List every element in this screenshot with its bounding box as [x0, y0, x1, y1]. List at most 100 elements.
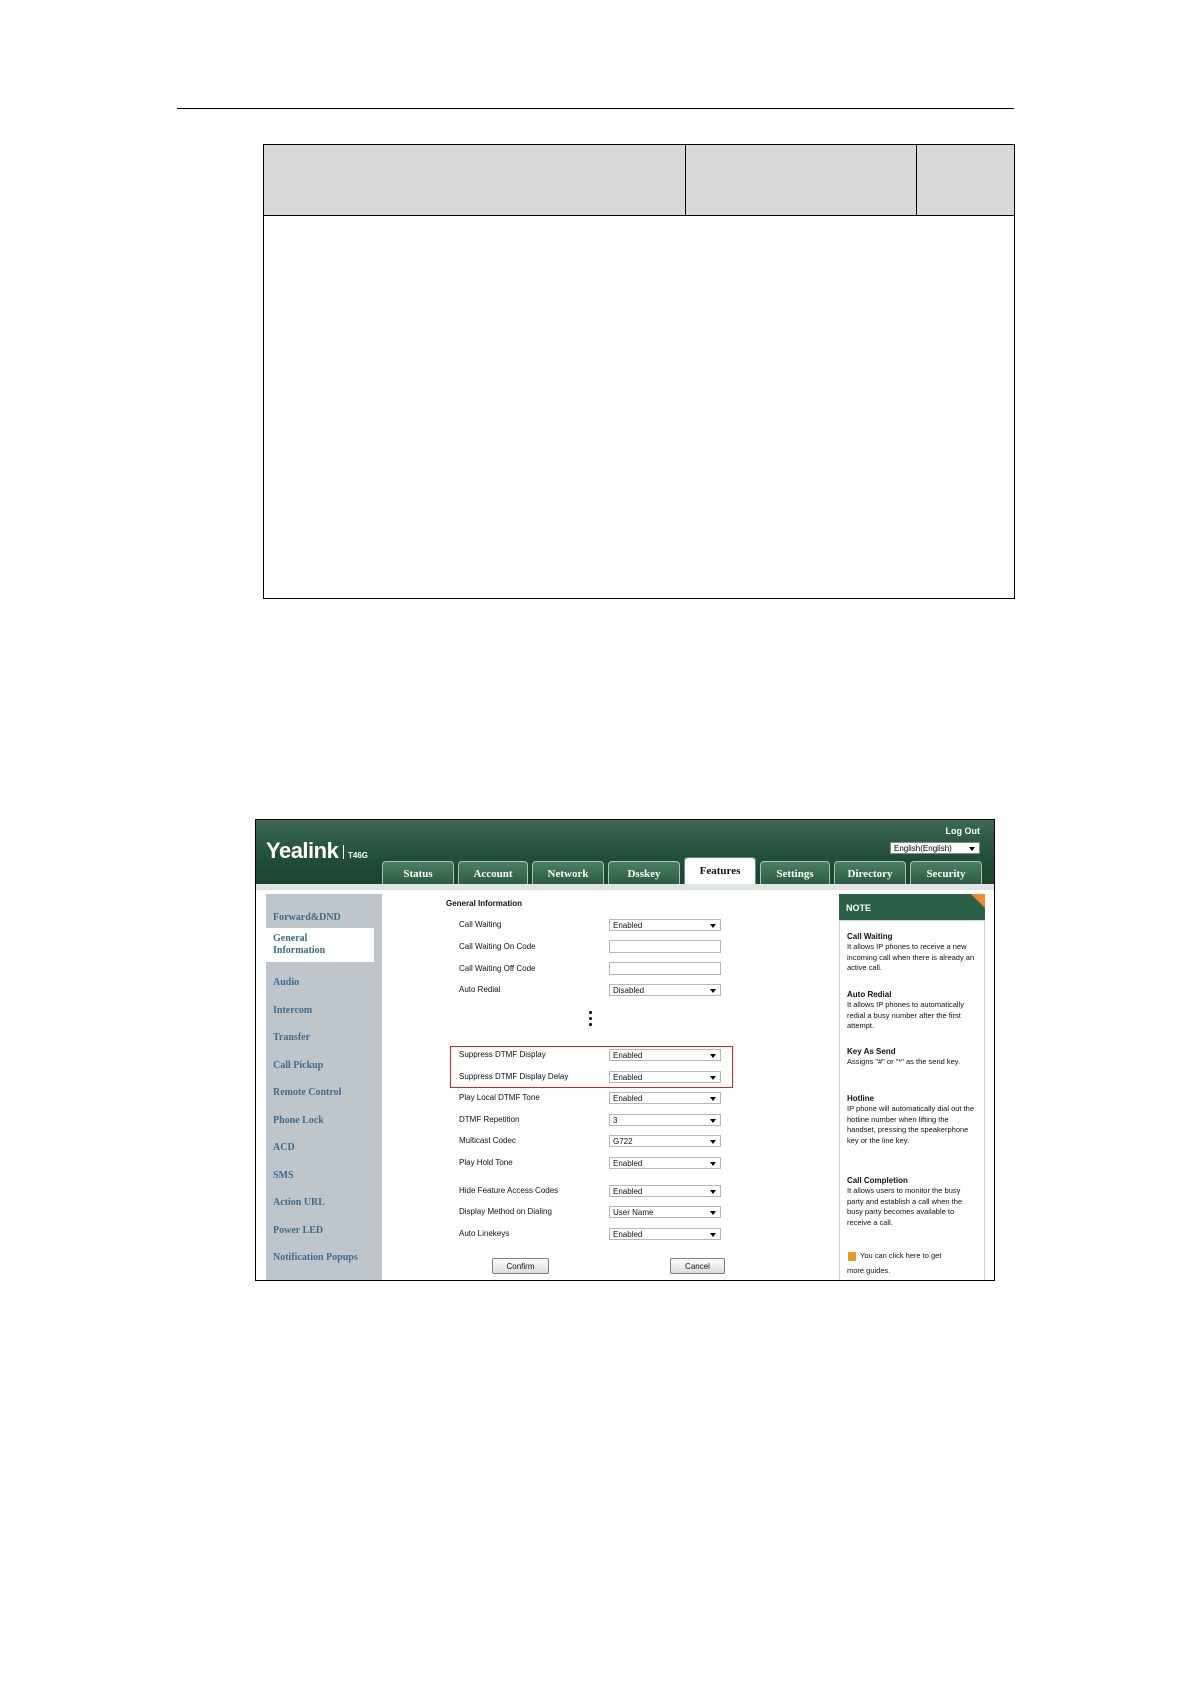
note-title: Call Waiting: [847, 932, 893, 941]
section-title: General Information: [446, 899, 523, 908]
select-value: G722: [613, 1137, 633, 1146]
confirm-button[interactable]: Confirm: [492, 1258, 549, 1274]
hide-feature-access-codes-select[interactable]: Enabled: [609, 1185, 721, 1197]
auto-linekeys-select[interactable]: Enabled: [609, 1228, 721, 1240]
sidebar-item-power-led[interactable]: Power LED: [273, 1225, 323, 1236]
sidebar-item-transfer[interactable]: Transfer: [273, 1032, 310, 1043]
select-value: Enabled: [613, 1051, 643, 1060]
sidebar-item-action-url[interactable]: Action URL: [273, 1197, 325, 1208]
sidebar-item-label: Information: [273, 945, 326, 956]
note-header: NOTE: [839, 894, 985, 920]
note-title: Call Completion: [847, 1176, 908, 1185]
chevron-down-icon: [710, 1140, 716, 1144]
chevron-down-icon: [710, 989, 716, 993]
note-title: Auto Redial: [847, 990, 892, 999]
yealink-logo: Yealink: [266, 838, 339, 863]
select-value: Enabled: [613, 1230, 643, 1239]
top-banner: Yealink T46G Log Out English(English) St…: [256, 820, 994, 884]
sidebar-item-remote-control[interactable]: Remote Control: [273, 1087, 341, 1098]
model-label: T46G: [348, 851, 369, 860]
tab-status[interactable]: Status: [382, 861, 454, 884]
sidebar-item-label: General: [273, 933, 308, 944]
select-value: Enabled: [613, 1094, 643, 1103]
select-value: User Name: [613, 1208, 654, 1217]
sidebar-item-notification-popups[interactable]: Notification Popups: [273, 1252, 358, 1263]
tab-network[interactable]: Network: [532, 861, 604, 884]
tab-underline-bar: [256, 884, 994, 890]
play-hold-tone-label: Play Hold Tone: [459, 1158, 513, 1167]
chevron-down-icon: [710, 1076, 716, 1080]
sidebar-item-acd[interactable]: ACD: [273, 1142, 295, 1153]
tab-dsskey[interactable]: Dsskey: [608, 861, 680, 884]
suppress-dtmf-display-delay-select[interactable]: Enabled: [609, 1071, 721, 1083]
dtmf-repetition-select[interactable]: 3: [609, 1114, 721, 1126]
select-value: Enabled: [613, 1187, 643, 1196]
guide-link-line2[interactable]: more guides.: [847, 1266, 979, 1277]
dtmf-repetition-label: DTMF Repetition: [459, 1115, 520, 1124]
sidebar-item-general-information[interactable]: General Information: [273, 933, 325, 957]
chevron-down-icon: [710, 1190, 716, 1194]
chevron-down-icon: [710, 1097, 716, 1101]
note-body: It allows IP phones to automatically red…: [847, 1000, 965, 1030]
call-waiting-label: Call Waiting: [459, 920, 502, 929]
call-waiting-on-code-input[interactable]: [609, 940, 721, 953]
auto-redial-label: Auto Redial: [459, 985, 501, 994]
note-body: Assigns "#" or "*" as the send key.: [847, 1057, 961, 1066]
note-title: Key As Send: [847, 1047, 896, 1056]
auto-redial-select[interactable]: Disabled: [609, 984, 721, 996]
note-body: It allows IP phones to receive a new inc…: [847, 942, 975, 972]
note-body: It allows users to monitor the busy part…: [847, 1186, 963, 1227]
sidebar-item-call-pickup[interactable]: Call Pickup: [273, 1060, 323, 1071]
sidebar-item-audio[interactable]: Audio: [273, 977, 299, 988]
guide-book-icon: [848, 1252, 856, 1261]
tab-settings[interactable]: Settings: [760, 861, 830, 884]
chevron-down-icon: [710, 1162, 716, 1166]
display-method-on-dialing-select[interactable]: User Name: [609, 1206, 721, 1218]
sidebar-item-phone-lock[interactable]: Phone Lock: [273, 1115, 324, 1126]
hide-feature-access-codes-label: Hide Feature Access Codes: [459, 1186, 559, 1195]
call-waiting-select[interactable]: Enabled: [609, 919, 721, 931]
select-value: Enabled: [613, 1073, 643, 1082]
select-value: Disabled: [613, 986, 645, 995]
auto-linekeys-label: Auto Linekeys: [459, 1229, 510, 1238]
multicast-codec-select[interactable]: G722: [609, 1135, 721, 1147]
table-header-row: [264, 145, 1014, 216]
play-hold-tone-select[interactable]: Enabled: [609, 1157, 721, 1169]
chevron-down-icon: [969, 847, 975, 851]
guide-link[interactable]: You can click here to get: [860, 1251, 980, 1262]
cancel-button[interactable]: Cancel: [670, 1258, 725, 1274]
table-column-divider: [685, 145, 686, 215]
call-waiting-off-code-input[interactable]: [609, 962, 721, 975]
tab-features[interactable]: Features: [684, 857, 756, 884]
page-header-rule: [177, 108, 1014, 109]
suppress-dtmf-display-label: Suppress DTMF Display: [459, 1050, 546, 1059]
vertical-ellipsis-icon: [589, 1011, 592, 1029]
call-waiting-on-code-label: Call Waiting On Code: [459, 942, 536, 951]
call-waiting-off-code-label: Call Waiting Off Code: [459, 964, 536, 973]
tab-account[interactable]: Account: [458, 861, 528, 884]
chevron-down-icon: [710, 1233, 716, 1237]
display-method-on-dialing-label: Display Method on Dialing: [459, 1207, 552, 1216]
multicast-codec-label: Multicast Codec: [459, 1136, 516, 1145]
logo-separator: [343, 845, 344, 859]
logout-link[interactable]: Log Out: [946, 826, 981, 836]
select-value: Enabled: [613, 921, 643, 930]
sidebar-item-forward-dnd[interactable]: Forward&DND: [273, 912, 341, 923]
tab-directory[interactable]: Directory: [834, 861, 906, 884]
document-table: [263, 144, 1015, 599]
suppress-dtmf-display-select[interactable]: Enabled: [609, 1049, 721, 1061]
tab-security[interactable]: Security: [910, 861, 982, 884]
play-local-dtmf-tone-label: Play Local DTMF Tone: [459, 1093, 540, 1102]
play-local-dtmf-tone-select[interactable]: Enabled: [609, 1092, 721, 1104]
language-value: English(English): [894, 844, 952, 853]
chevron-down-icon: [710, 1211, 716, 1215]
chevron-down-icon: [710, 1119, 716, 1123]
sidebar-item-sms[interactable]: SMS: [273, 1170, 294, 1181]
suppress-dtmf-display-delay-label: Suppress DTMF Display Delay: [459, 1072, 569, 1081]
language-select[interactable]: English(English): [890, 842, 980, 854]
table-column-divider: [916, 145, 917, 215]
select-value: Enabled: [613, 1159, 643, 1168]
sidebar-item-intercom[interactable]: Intercom: [273, 1005, 312, 1016]
select-value: 3: [613, 1116, 618, 1125]
chevron-down-icon: [710, 1054, 716, 1058]
